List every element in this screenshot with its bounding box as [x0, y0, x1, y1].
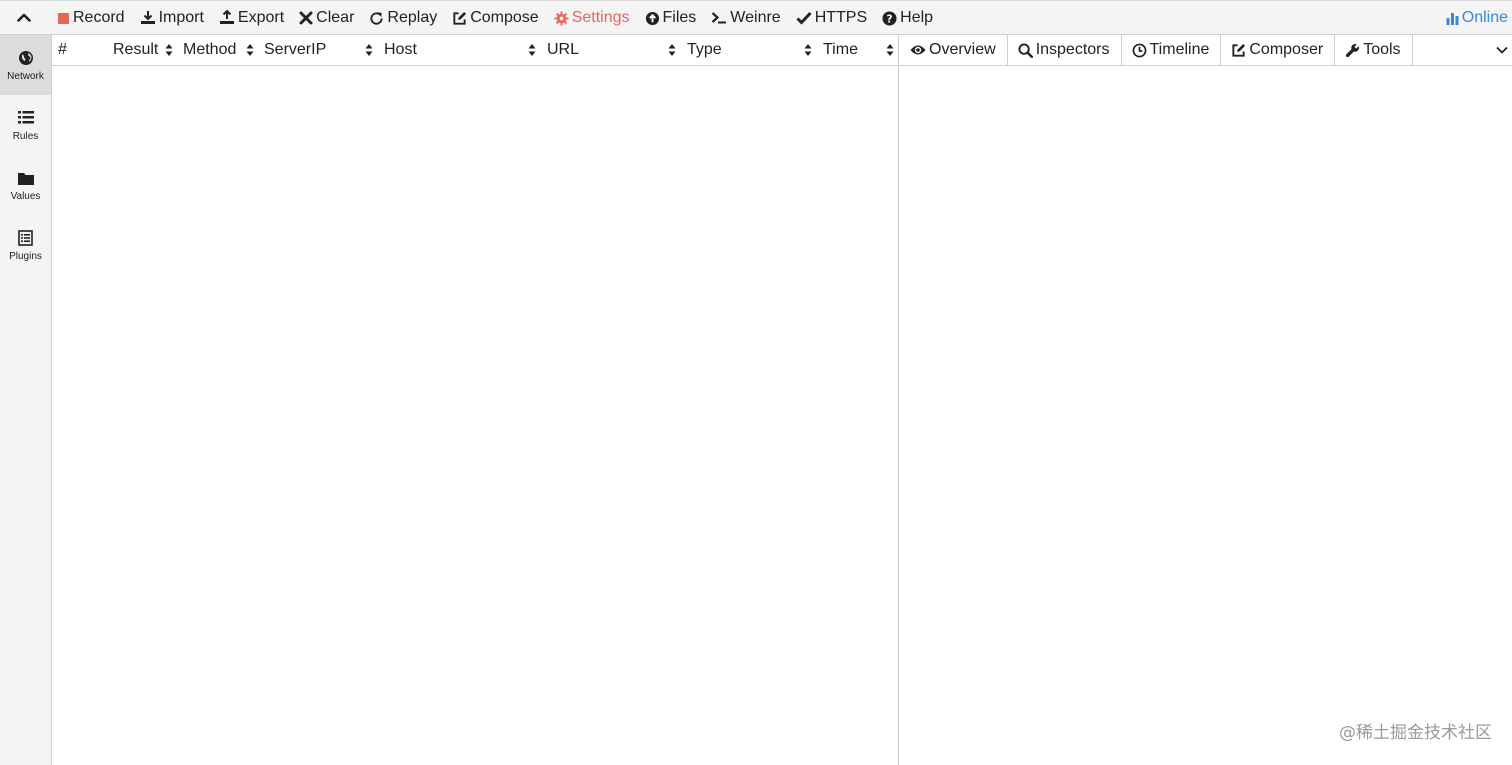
weinre-label: Weinre	[730, 9, 781, 26]
files-button[interactable]: Files	[645, 1, 697, 35]
edit-icon	[1231, 43, 1246, 58]
import-button[interactable]: Import	[140, 1, 204, 35]
settings-label: Settings	[571, 9, 630, 26]
detail-tabs: Overview Inspectors Timeline Composer To…	[900, 35, 1512, 66]
list-icon	[17, 109, 34, 127]
https-label: HTTPS	[814, 9, 868, 26]
search-icon	[1018, 42, 1033, 58]
import-icon	[140, 10, 156, 26]
export-button[interactable]: Export	[219, 1, 284, 35]
import-label: Import	[158, 9, 204, 26]
upload-circle-icon	[645, 11, 660, 26]
watermark: @稀土掘金技术社区	[1339, 723, 1492, 743]
record-label: Record	[73, 9, 125, 26]
sort-icon[interactable]	[365, 43, 373, 62]
column-header-url[interactable]: URL	[547, 35, 579, 65]
request-list-pane: # Result Method ServerIP Host URL Type T…	[52, 35, 899, 765]
column-header-serverip[interactable]: ServerIP	[264, 35, 326, 65]
tab-timeline[interactable]: Timeline	[1122, 35, 1222, 65]
settings-button[interactable]: Settings	[554, 1, 630, 35]
sidebar-item-label: Plugins	[9, 250, 42, 262]
tab-inspectors[interactable]: Inspectors	[1008, 35, 1122, 65]
sort-icon[interactable]	[165, 43, 173, 62]
compose-button[interactable]: Compose	[452, 1, 539, 35]
tab-label: Composer	[1249, 41, 1324, 58]
clear-label: Clear	[316, 9, 355, 26]
tab-composer[interactable]: Composer	[1221, 35, 1336, 65]
sidebar-item-label: Rules	[12, 130, 39, 142]
request-list-body[interactable]	[52, 66, 898, 764]
wrench-icon	[1345, 43, 1360, 58]
online-status-button[interactable]: Online	[1446, 1, 1508, 35]
sidebar-item-network[interactable]: Network	[0, 35, 51, 95]
svg-text:?: ?	[887, 13, 893, 25]
sort-icon[interactable]	[528, 43, 536, 62]
sort-icon[interactable]	[668, 43, 676, 62]
sidebar-item-plugins[interactable]: Plugins	[0, 215, 51, 275]
compose-label: Compose	[470, 9, 539, 26]
export-icon	[219, 10, 235, 26]
replay-label: Replay	[387, 9, 438, 26]
edit-icon	[452, 11, 467, 26]
stop-square-icon	[57, 12, 70, 25]
tab-label: Inspectors	[1035, 41, 1110, 58]
gear-icon	[554, 10, 569, 26]
tab-label: Timeline	[1149, 41, 1210, 58]
sort-icon[interactable]	[804, 43, 812, 62]
bar-chart-icon	[1446, 12, 1459, 25]
toolbar-actions: Record Import Export Clear Replay Compos…	[57, 1, 948, 35]
request-list-header: # Result Method ServerIP Host URL Type T…	[52, 35, 898, 66]
tab-label: Overview	[929, 41, 996, 58]
tab-tools[interactable]: Tools	[1335, 35, 1413, 65]
export-label: Export	[237, 9, 285, 26]
column-header-host[interactable]: Host	[384, 35, 417, 65]
column-header-result[interactable]: Result	[113, 35, 158, 65]
column-header-type[interactable]: Type	[687, 35, 722, 65]
sort-icon[interactable]	[886, 43, 894, 62]
record-button[interactable]: Record	[57, 1, 125, 35]
sidebar-item-label: Network	[7, 70, 44, 82]
clock-icon	[1132, 43, 1147, 58]
column-header-time[interactable]: Time	[823, 35, 858, 65]
online-label: Online	[1461, 9, 1508, 26]
detail-pane: Overview Inspectors Timeline Composer To…	[900, 35, 1512, 765]
chevron-up-icon	[17, 9, 31, 27]
replay-button[interactable]: Replay	[369, 1, 437, 35]
more-tabs-button[interactable]	[1492, 35, 1512, 65]
document-list-icon	[18, 229, 33, 247]
https-button[interactable]: HTTPS	[796, 1, 867, 35]
question-circle-icon: ?	[882, 10, 897, 26]
column-header-index[interactable]: #	[58, 35, 67, 65]
sidebar-item-label: Values	[10, 190, 41, 202]
globe-icon	[18, 49, 34, 67]
column-header-method[interactable]: Method	[183, 35, 236, 65]
files-label: Files	[662, 9, 697, 26]
sidebar-item-rules[interactable]: Rules	[0, 95, 51, 155]
help-button[interactable]: ? Help	[882, 1, 933, 35]
chevron-down-icon	[1496, 41, 1508, 59]
weinre-button[interactable]: Weinre	[711, 1, 781, 35]
collapse-toolbar-button[interactable]	[0, 1, 48, 35]
sort-icon[interactable]	[246, 43, 254, 62]
close-icon	[299, 11, 313, 25]
folder-icon	[17, 169, 34, 187]
main-toolbar: Record Import Export Clear Replay Compos…	[0, 0, 1512, 35]
detail-content	[900, 66, 1512, 764]
tab-label: Tools	[1363, 41, 1401, 58]
tab-overview[interactable]: Overview	[900, 35, 1008, 65]
check-icon	[796, 11, 812, 25]
clear-button[interactable]: Clear	[299, 1, 354, 35]
eye-icon	[910, 44, 926, 56]
terminal-icon	[711, 11, 727, 25]
sidebar-item-values[interactable]: Values	[0, 155, 51, 215]
help-label: Help	[900, 9, 934, 26]
refresh-icon	[369, 11, 384, 26]
left-sidebar: Network Rules Values Plugins	[0, 35, 52, 765]
